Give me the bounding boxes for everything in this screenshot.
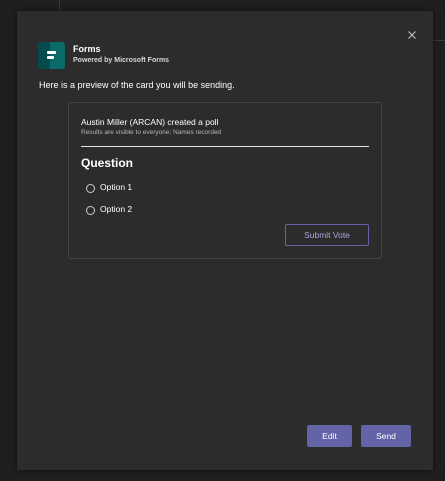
poll-card-preview: Austin Miller (ARCAN) created a poll Res… xyxy=(68,102,382,259)
option-label: Option 2 xyxy=(100,204,133,214)
intro-text: Here is a preview of the card you will b… xyxy=(39,80,235,90)
app-name: Forms xyxy=(73,44,101,54)
card-subtitle: Results are visible to everyone; Names r… xyxy=(81,129,222,136)
submit-vote-button[interactable]: Submit Vote xyxy=(285,224,369,246)
card-title: Austin Miller (ARCAN) created a poll xyxy=(81,117,219,127)
app-subtitle: Powered by Microsoft Forms xyxy=(73,57,170,64)
background-divider xyxy=(432,40,445,41)
close-icon[interactable] xyxy=(404,27,420,43)
forms-logo-icon xyxy=(38,42,65,69)
option-label: Option 1 xyxy=(100,182,133,192)
send-button[interactable]: Send xyxy=(361,425,411,447)
forms-dialog: Forms Powered by Microsoft Forms Here is… xyxy=(17,11,433,470)
radio-button[interactable] xyxy=(86,206,95,215)
radio-button[interactable] xyxy=(86,184,95,193)
poll-question: Question xyxy=(81,156,134,170)
edit-button[interactable]: Edit xyxy=(307,425,352,447)
card-divider xyxy=(81,146,369,147)
